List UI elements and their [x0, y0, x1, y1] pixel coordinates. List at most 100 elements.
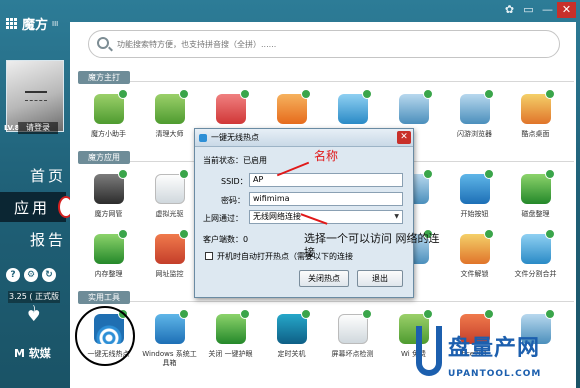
- app-label: 屏幕坏点检测: [331, 350, 374, 358]
- highlight-circle: [75, 306, 135, 366]
- ie-icon: [399, 94, 429, 124]
- app-tile[interactable]: 酷点桌面: [505, 89, 566, 154]
- download-badge-icon: [423, 309, 433, 319]
- status-value: 已启用: [243, 156, 267, 165]
- brush-icon: [155, 94, 185, 124]
- refresh-icon[interactable]: ↻: [42, 268, 56, 282]
- download-badge-icon: [545, 309, 555, 319]
- app-tile[interactable]: 闪游浏览器: [444, 89, 505, 154]
- app-tile[interactable]: 魔方小助手: [78, 89, 139, 154]
- download-badge-icon: [179, 169, 189, 179]
- watermark-brand: 盘量产网: [448, 336, 541, 361]
- browser-icon: [460, 94, 490, 124]
- nav-label: 报告: [30, 230, 67, 249]
- app-label: 文件分割合并: [514, 270, 557, 278]
- help-icon[interactable]: ?: [6, 268, 20, 282]
- search-input[interactable]: [117, 35, 537, 53]
- app-label: 开始按钮: [460, 210, 489, 218]
- download-badge-icon: [118, 229, 128, 239]
- dialog-title: 一键无线热点: [211, 133, 259, 142]
- app-tile[interactable]: 开始按钮: [444, 169, 505, 234]
- username-label[interactable]: 请登录: [18, 122, 58, 134]
- status-label: 当前状态：: [203, 156, 243, 165]
- cubes-icon: [521, 94, 551, 124]
- app-tile[interactable]: 定时关机: [261, 309, 322, 374]
- app-tile[interactable]: Windows 系统工具箱: [139, 309, 200, 374]
- password-field[interactable]: wifimima: [249, 192, 403, 206]
- app-tile[interactable]: 文件解锁: [444, 229, 505, 294]
- download-badge-icon: [179, 89, 189, 99]
- eye-icon: [216, 314, 246, 344]
- watermark-logo-icon: [416, 326, 442, 376]
- close-button[interactable]: ✕: [557, 2, 576, 18]
- disk-icon: [521, 174, 551, 204]
- app-version: III: [52, 19, 59, 28]
- settings-icon[interactable]: ⚙: [24, 268, 38, 282]
- download-badge-icon: [484, 309, 494, 319]
- app-tile[interactable]: 磁盘整理: [505, 169, 566, 234]
- split-icon: [521, 234, 551, 264]
- section-label: 实用工具: [78, 291, 130, 304]
- nav-label: 应用: [14, 198, 51, 217]
- download-badge-icon: [118, 89, 128, 99]
- download-badge-icon: [423, 89, 433, 99]
- version-date: 3.25 ( 正式版 ): [8, 291, 60, 313]
- screen-icon: [338, 314, 368, 344]
- status-row: 当前状态：已启用: [203, 155, 267, 166]
- wifi-icon: [199, 134, 207, 142]
- password-label: 密码：: [221, 196, 245, 205]
- download-badge-icon: [240, 89, 250, 99]
- dialog-titlebar: 一键无线热点 ✕: [195, 129, 413, 147]
- app-tile[interactable]: 清理大师: [139, 89, 200, 154]
- minimize-button[interactable]: —: [538, 2, 557, 18]
- avatar-art: [25, 91, 47, 101]
- sidebar-icons: ? ⚙ ↻: [6, 268, 56, 282]
- app-label: 关闭 一键护眼: [208, 350, 253, 358]
- app-tile[interactable]: 网址监控: [139, 229, 200, 294]
- autostart-checkbox[interactable]: [205, 252, 213, 260]
- memory-icon: [94, 234, 124, 264]
- download-badge-icon: [484, 229, 494, 239]
- window-controls: ✿ ▭ — ✕: [500, 2, 576, 18]
- ssid-label: SSID：: [221, 177, 248, 186]
- skin-icon[interactable]: ✿: [500, 2, 519, 18]
- app-tile[interactable]: 屏幕坏点检测: [322, 309, 383, 374]
- heart-icon[interactable]: ♥: [27, 307, 40, 325]
- brand-label[interactable]: M 软媒: [14, 345, 51, 361]
- nav-report[interactable]: 报告: [0, 224, 66, 254]
- nav-label: 首页: [30, 166, 67, 185]
- app-label: 磁盘整理: [521, 210, 550, 218]
- app-tile[interactable]: 关闭 一键护眼: [200, 309, 261, 374]
- watermark-url: UPANTOOL.COM: [448, 369, 542, 379]
- windows-icon: [460, 174, 490, 204]
- app-tile[interactable]: 文件分割合并: [505, 229, 566, 294]
- app-tile[interactable]: 内存整理: [78, 229, 139, 294]
- nav-apps[interactable]: 应用: [0, 192, 66, 222]
- app-label: 定时关机: [277, 350, 306, 358]
- exit-button[interactable]: 退出: [357, 270, 403, 287]
- search-bar[interactable]: [88, 30, 560, 58]
- nav-home[interactable]: 首页: [0, 160, 66, 190]
- close-hotspot-button[interactable]: 关闭热点: [299, 270, 349, 287]
- download-badge-icon: [362, 89, 372, 99]
- paint-icon: [216, 94, 246, 124]
- app-title: 魔方: [22, 18, 49, 33]
- download-badge-icon: [118, 169, 128, 179]
- clients-value: 0: [243, 235, 249, 244]
- app-label: 网址监控: [155, 270, 184, 278]
- download-badge-icon: [545, 229, 555, 239]
- app-label: 文件解锁: [460, 270, 489, 278]
- ssid-field[interactable]: AP: [249, 173, 403, 187]
- app-label: 虚拟光驱: [155, 210, 184, 218]
- name-annotation: 名称: [314, 149, 339, 163]
- app-tile[interactable]: 魔方网管: [78, 169, 139, 234]
- menu-icon[interactable]: ▭: [519, 2, 538, 18]
- dialog-close-button[interactable]: ✕: [397, 131, 411, 144]
- network-annotation: 选择一个可以访问 网络的连接: [304, 232, 440, 259]
- network-label: 上网通过：: [203, 214, 243, 223]
- app-label: 魔方小助手: [91, 130, 126, 138]
- download-badge-icon: [362, 309, 372, 319]
- app-tile[interactable]: 虚拟光驱: [139, 169, 200, 234]
- clients-row: 客户端数：0: [203, 234, 248, 245]
- sidebar: 魔方 III LV.8 请登录 首页 应用 报告 ? ⚙ ↻ 3.25 ( 正式版…: [0, 0, 74, 388]
